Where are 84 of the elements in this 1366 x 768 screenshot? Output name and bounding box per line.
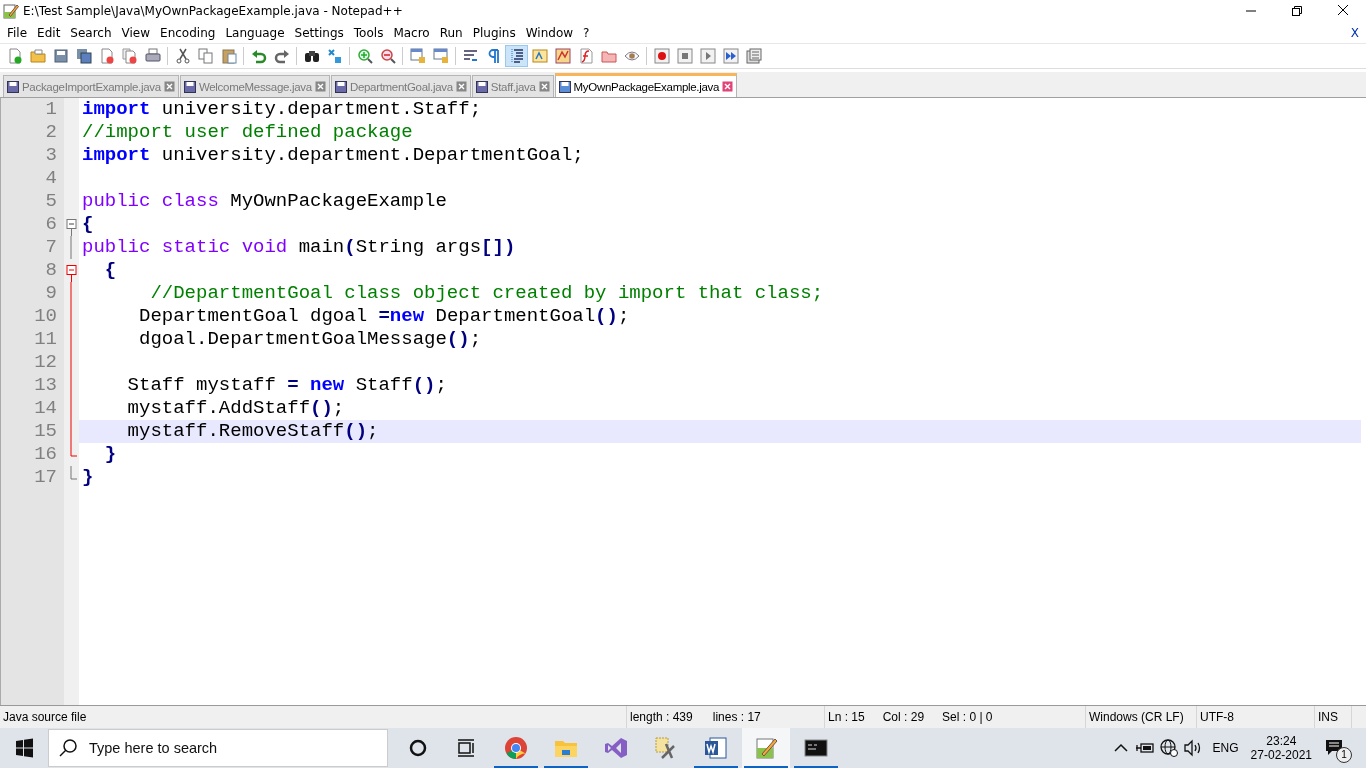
floppy-icon xyxy=(7,80,19,93)
line-number: 6 xyxy=(45,213,58,236)
line-number: 17 xyxy=(34,466,58,489)
status-text: length : 439 xyxy=(630,710,693,724)
code-line: { xyxy=(103,259,117,282)
status-text: Ln : 15 xyxy=(828,710,865,724)
menu-item[interactable]: Search xyxy=(65,25,117,40)
menu-item[interactable]: Run xyxy=(434,25,468,40)
status-text: UTF-8 xyxy=(1200,710,1234,724)
globe-icon[interactable] xyxy=(1158,738,1179,758)
status-text: lines : 17 xyxy=(712,710,761,724)
language-indicator[interactable]: ENG xyxy=(1212,741,1239,755)
line-number: 16 xyxy=(34,443,58,466)
code-line: } xyxy=(103,443,117,466)
menu-item[interactable]: View xyxy=(116,25,156,40)
menu-item[interactable]: Tools xyxy=(348,25,389,40)
floppy-icon xyxy=(183,80,196,93)
code-line: //DepartmentGoal class object created by import that class; xyxy=(149,282,824,305)
file-tab[interactable]: PackageImportExample.java xyxy=(3,75,179,97)
code-line: import university.department.Staff; xyxy=(82,98,482,121)
line-number: 4 xyxy=(45,167,58,190)
line-number: 12 xyxy=(34,351,58,374)
status-text: Col : 29 xyxy=(882,710,925,724)
speaker-icon[interactable] xyxy=(1182,738,1203,758)
line-number: 13 xyxy=(34,374,58,397)
notepad-pencil-icon xyxy=(3,3,19,19)
status-text: Windows (CR LF) xyxy=(1089,710,1184,724)
floppy-icon xyxy=(334,80,347,93)
indent-guide-icon[interactable] xyxy=(505,45,528,67)
code-line: mystaff.RemoveStaff(); xyxy=(126,420,379,443)
line-number: 2 xyxy=(45,121,58,144)
menu-item[interactable]: Language xyxy=(220,25,290,40)
window-title: E:\Test Sample\Java\MyOwnPackageExample.java - Notepad++ xyxy=(23,4,403,18)
close-icon[interactable] xyxy=(455,81,467,92)
notification-count: 1 xyxy=(1336,747,1352,763)
menu-item[interactable]: Settings xyxy=(289,25,349,40)
menu-item[interactable]: Encoding xyxy=(155,25,221,40)
line-number: 7 xyxy=(45,236,58,259)
code-line: } xyxy=(82,466,94,489)
line-number: 15 xyxy=(34,420,58,443)
code-line: { xyxy=(82,213,94,236)
file-tab[interactable]: MyOwnPackageExample.java xyxy=(554,73,738,97)
line-number: 11 xyxy=(34,328,58,351)
code-line: public class MyOwnPackageExample xyxy=(82,190,447,213)
fold-end-icon xyxy=(70,443,77,457)
clock-time[interactable]: 23:24 xyxy=(1266,734,1297,748)
fold-end-icon xyxy=(70,466,77,480)
close-icon[interactable] xyxy=(538,81,550,92)
file-tab[interactable]: WelcomeMessage.java xyxy=(179,75,330,97)
line-number: 5 xyxy=(45,190,58,213)
status-text: INS xyxy=(1318,710,1338,724)
menu-item[interactable]: Window xyxy=(520,25,579,40)
code-line: dgoal.DepartmentGoalMessage(); xyxy=(138,328,482,351)
line-number: 14 xyxy=(34,397,58,420)
search-icon xyxy=(58,738,78,758)
code-line: Staff mystaff = new Staff(); xyxy=(126,374,447,397)
line-number: 1 xyxy=(45,98,58,121)
menu-item[interactable]: Edit xyxy=(32,25,66,40)
notepad-pencil-icon[interactable] xyxy=(742,728,790,768)
close-document-button[interactable]: X xyxy=(1350,25,1359,40)
floppy-icon xyxy=(558,80,571,93)
file-tab[interactable]: Staff.java xyxy=(471,75,554,97)
code-line: //import user defined package xyxy=(82,121,413,144)
close-icon[interactable] xyxy=(722,81,734,92)
line-number: 10 xyxy=(34,305,58,328)
code-line: import university.department.DepartmentGoal; xyxy=(82,144,584,167)
code-line: DepartmentGoal dgoal =new DepartmentGoal(); xyxy=(138,305,630,328)
line-number: 9 xyxy=(45,282,58,305)
line-number: 8 xyxy=(45,259,58,282)
menu-item[interactable]: File xyxy=(2,25,33,40)
close-icon[interactable] xyxy=(314,81,326,92)
status-text: Java source file xyxy=(3,710,87,724)
fold-line-icon xyxy=(70,236,72,259)
line-number: 3 xyxy=(45,144,58,167)
floppy-icon xyxy=(475,80,488,93)
status-text: Sel : 0 | 0 xyxy=(942,710,993,724)
close-icon[interactable] xyxy=(163,81,175,92)
code-line: mystaff.AddStaff(); xyxy=(126,397,345,420)
clock-date[interactable]: 27-02-2021 xyxy=(1250,748,1312,762)
menu-item[interactable]: ? xyxy=(578,25,595,40)
menu-item[interactable]: Plugins xyxy=(467,25,521,40)
code-line: public static void main(String args[]) xyxy=(82,236,516,259)
search-field[interactable]: Type here to search xyxy=(48,729,388,767)
menu-item[interactable]: Macro xyxy=(388,25,435,40)
